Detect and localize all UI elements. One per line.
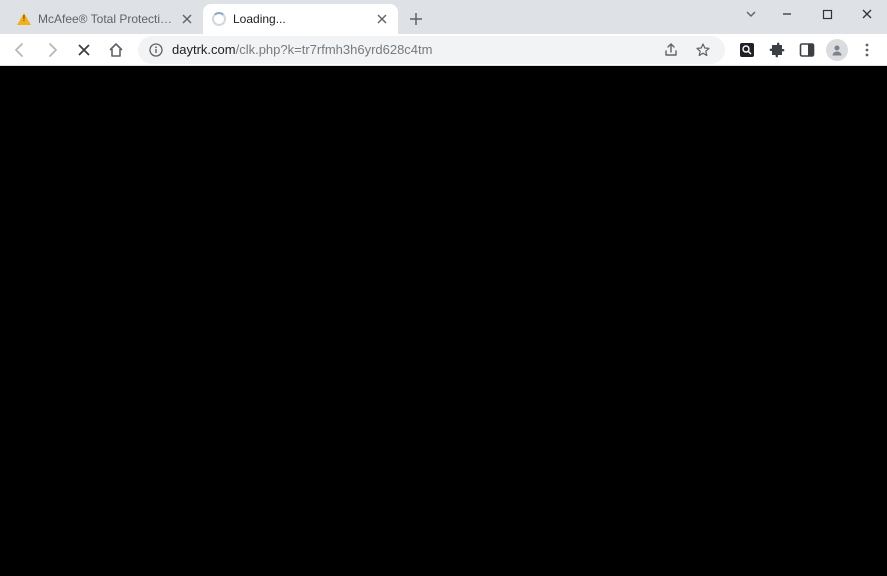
toolbar-right-icons: [733, 36, 881, 64]
loading-spinner-icon: [211, 11, 227, 27]
bookmark-star-icon[interactable]: [691, 38, 715, 62]
url-domain: daytrk.com: [172, 42, 236, 57]
extension-search-icon[interactable]: [733, 36, 761, 64]
tab-title: McAfee® Total Protection: [38, 12, 173, 26]
share-icon[interactable]: [659, 38, 683, 62]
toolbar: daytrk.com/clk.php?k=tr7rfmh3h6yrd628c4t…: [0, 34, 887, 66]
close-window-button[interactable]: [847, 0, 887, 28]
tabstrip: McAfee® Total Protection Loading...: [8, 0, 735, 34]
url-text: daytrk.com/clk.php?k=tr7rfmh3h6yrd628c4t…: [172, 42, 651, 57]
close-icon[interactable]: [374, 11, 390, 27]
site-info-icon[interactable]: [148, 42, 164, 58]
extensions-puzzle-icon[interactable]: [763, 36, 791, 64]
warning-icon: [16, 11, 32, 27]
titlebar: McAfee® Total Protection Loading...: [0, 0, 887, 34]
back-button[interactable]: [6, 36, 34, 64]
home-button[interactable]: [102, 36, 130, 64]
window-controls: [735, 0, 887, 34]
page-content: [0, 66, 887, 576]
minimize-button[interactable]: [767, 0, 807, 28]
profile-avatar[interactable]: [823, 36, 851, 64]
url-path: /clk.php?k=tr7rfmh3h6yrd628c4tm: [236, 42, 433, 57]
tab-mcafee[interactable]: McAfee® Total Protection: [8, 4, 203, 34]
new-tab-button[interactable]: [402, 5, 430, 33]
chevron-down-icon[interactable]: [735, 0, 767, 28]
close-icon[interactable]: [179, 11, 195, 27]
maximize-button[interactable]: [807, 0, 847, 28]
forward-button[interactable]: [38, 36, 66, 64]
tab-loading[interactable]: Loading...: [203, 4, 398, 34]
stop-reload-button[interactable]: [70, 36, 98, 64]
tab-title: Loading...: [233, 12, 368, 26]
address-bar[interactable]: daytrk.com/clk.php?k=tr7rfmh3h6yrd628c4t…: [138, 36, 725, 64]
side-panel-icon[interactable]: [793, 36, 821, 64]
menu-kebab-icon[interactable]: [853, 36, 881, 64]
